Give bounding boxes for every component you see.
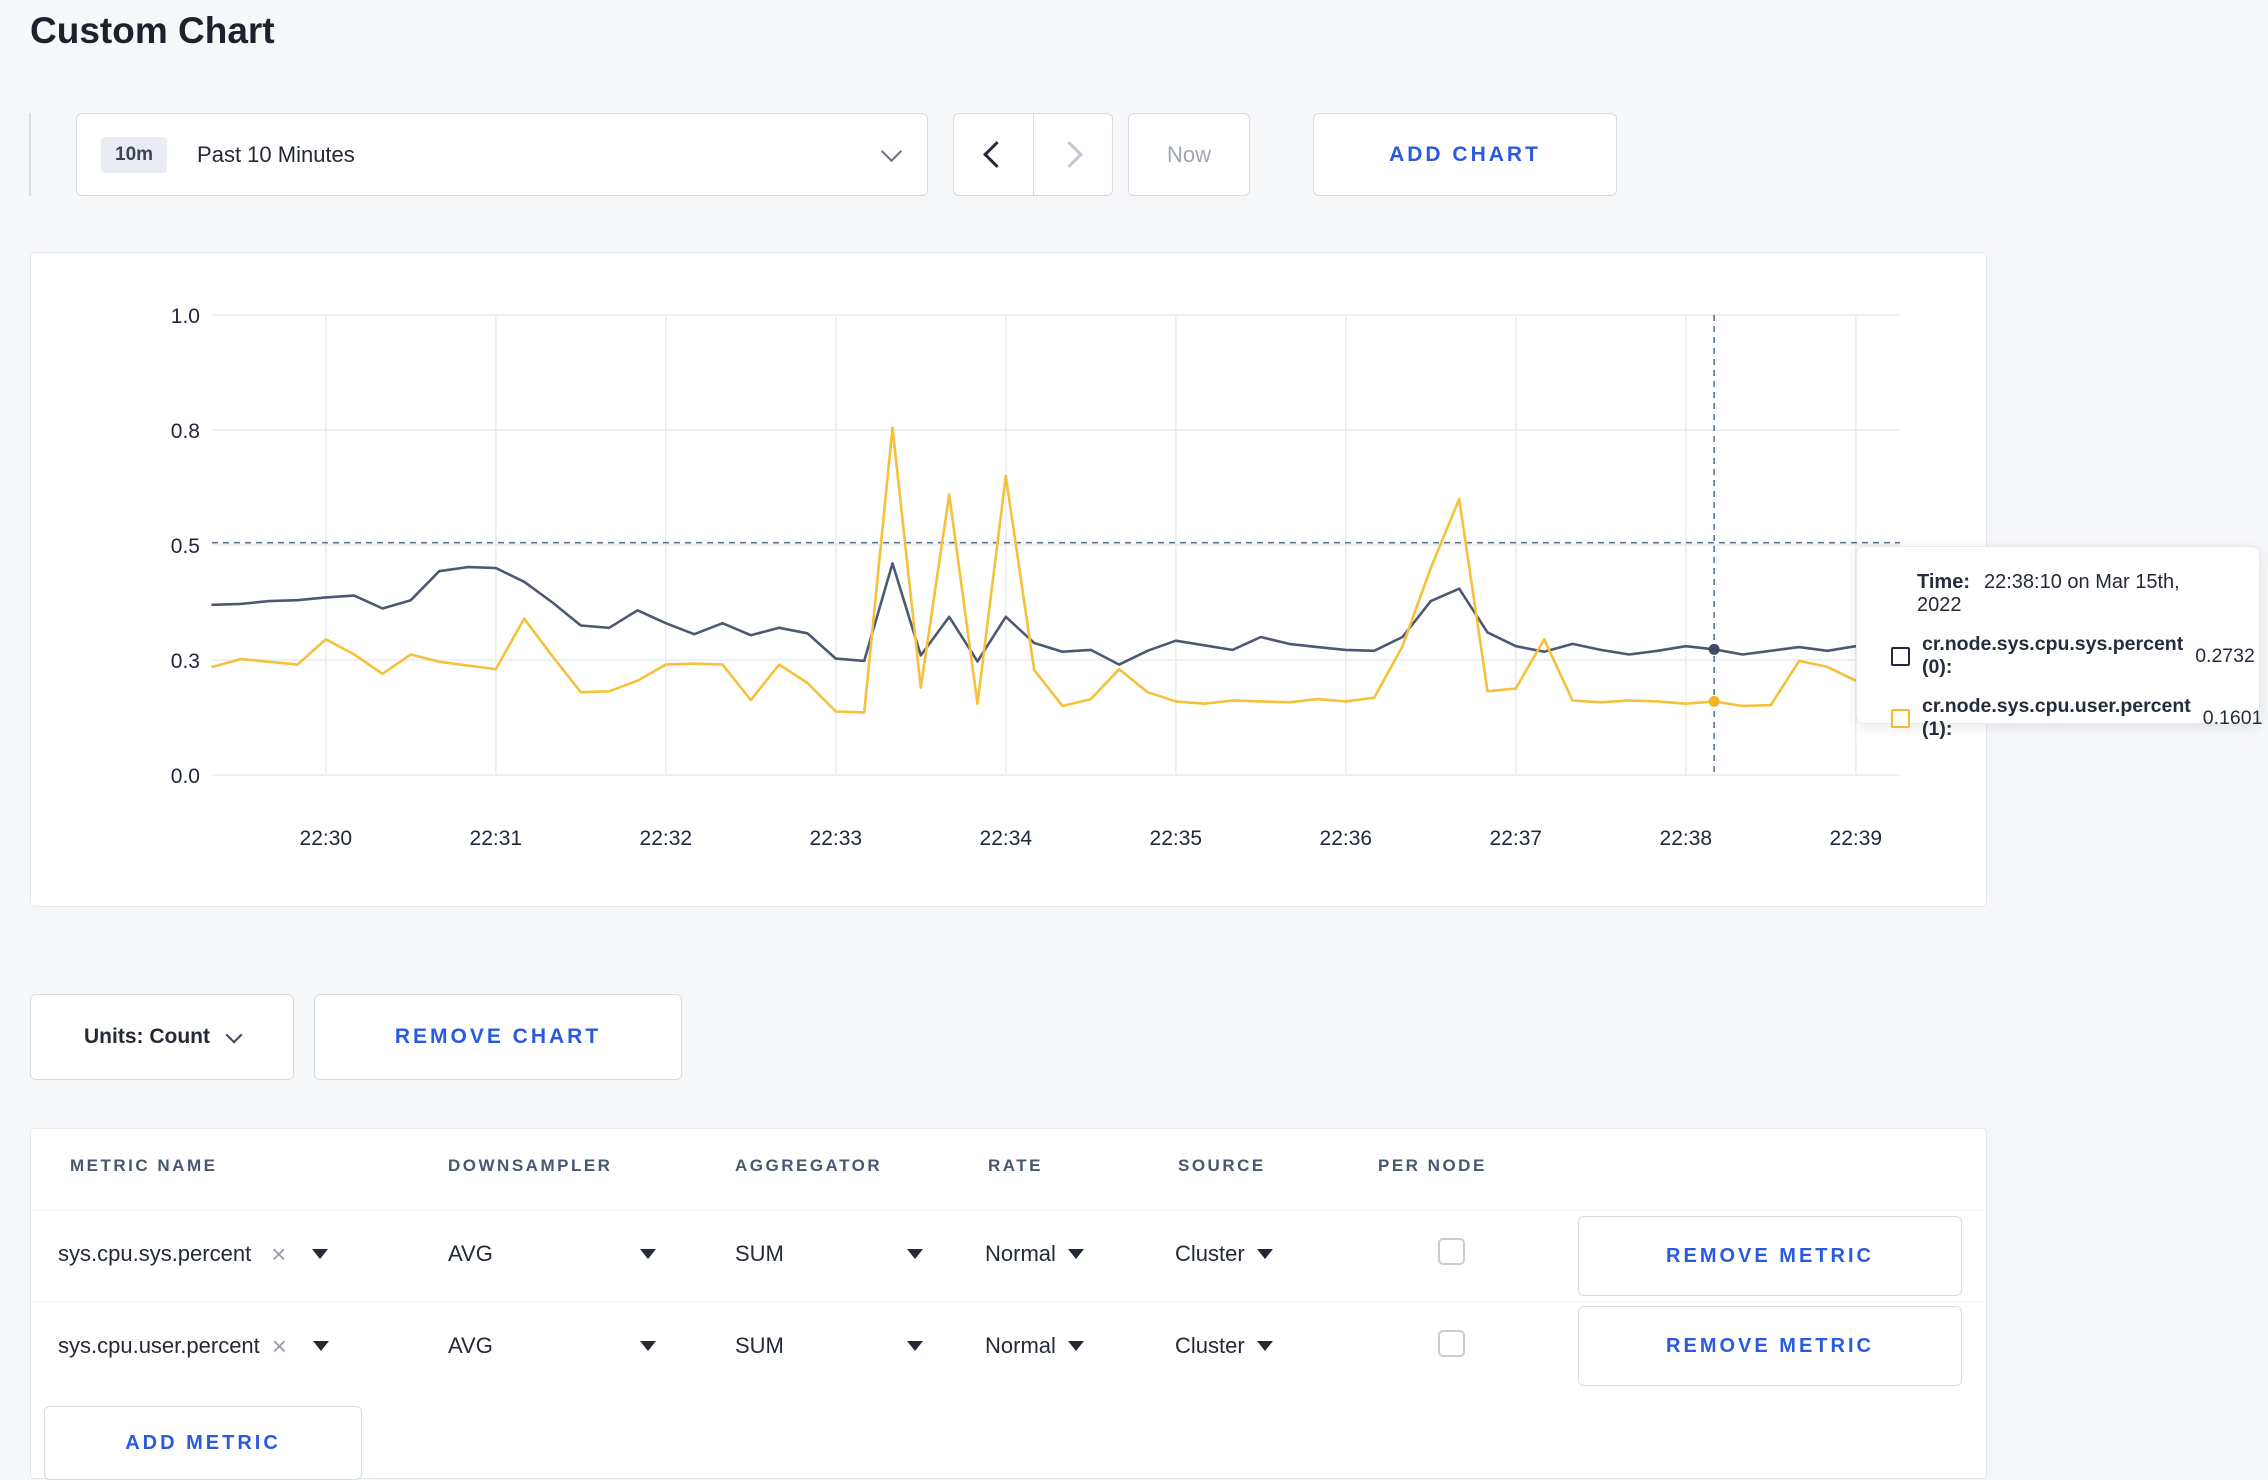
x-axis-tick-label: 22:34 (980, 827, 1033, 850)
y-axis-tick-label: 0.5 (171, 535, 200, 558)
rate-value: Normal (985, 1241, 1056, 1266)
dropdown-arrow-icon (1067, 1249, 1084, 1259)
y-axis-tick-label: 0.8 (171, 420, 200, 443)
clear-metric-icon[interactable]: × (272, 1333, 287, 1359)
rate-value: Normal (985, 1333, 1056, 1358)
add-metric-button[interactable]: ADD METRIC (44, 1406, 362, 1480)
dropdown-arrow-icon (640, 1341, 656, 1351)
aggregator-value: SUM (735, 1333, 784, 1358)
chart-hover-tooltip: Time: 22:38:10 on Mar 15th, 2022 cr.node.… (1856, 546, 2262, 740)
x-axis-tick-label: 22:31 (470, 827, 523, 850)
col-header-rate: RATE (988, 1156, 1044, 1175)
aggregator-value: SUM (735, 1241, 784, 1266)
downsampler-select[interactable]: AVG (448, 1333, 656, 1359)
remove-chart-button[interactable]: REMOVE CHART (314, 994, 682, 1080)
metric-name-value: sys.cpu.sys.percent (58, 1241, 252, 1266)
prev-range-button[interactable] (954, 114, 1034, 195)
per-node-checkbox[interactable] (1438, 1238, 1465, 1265)
tooltip-series-value: 0.1601 (2202, 706, 2263, 729)
rate-select[interactable]: Normal (985, 1333, 1084, 1359)
aggregator-select[interactable]: SUM (735, 1333, 923, 1359)
y-axis-tick-label: 0.0 (171, 765, 200, 788)
hover-point-dot (1708, 643, 1720, 655)
next-range-button[interactable] (1034, 114, 1113, 195)
table-row-separator (31, 1301, 1984, 1302)
x-axis-tick-label: 22:39 (1830, 827, 1883, 850)
chevron-down-icon (880, 140, 903, 163)
remove-metric-label: REMOVE METRIC (1666, 1244, 1874, 1267)
remove-metric-label: REMOVE METRIC (1666, 1334, 1874, 1357)
series-line (211, 426, 1886, 714)
dropdown-arrow-icon (1256, 1341, 1273, 1351)
col-header-per-node: PER NODE (1378, 1156, 1487, 1175)
tooltip-time: Time: 22:38:10 on Mar 15th, 2022 (1917, 571, 2229, 617)
dropdown-arrow-icon (640, 1249, 656, 1259)
tooltip-series-name: cr.node.sys.cpu.sys.percent (0): (1922, 633, 2184, 678)
now-button[interactable]: Now (1128, 113, 1250, 196)
source-select[interactable]: Cluster (1175, 1333, 1273, 1359)
source-value: Cluster (1175, 1333, 1245, 1358)
table-row-separator (31, 1210, 1984, 1211)
y-axis-tick-label: 0.3 (171, 650, 200, 673)
time-range-label: Past 10 Minutes (197, 141, 355, 167)
downsampler-select[interactable]: AVG (448, 1241, 656, 1267)
downsampler-value: AVG (448, 1333, 493, 1358)
time-range-nav (953, 113, 1113, 196)
dropdown-arrow-icon (907, 1341, 923, 1351)
chevron-right-icon (1056, 141, 1084, 168)
hover-point-dot (1708, 695, 1720, 707)
metric-name-select[interactable]: sys.cpu.user.percent × (58, 1333, 329, 1359)
remove-metric-button[interactable]: REMOVE METRIC (1578, 1306, 1962, 1386)
cpu-usage-chart[interactable]: 0.0 0.3 0.5 0.8 1.0 22:30 22:31 22:32 22:33 22:34… (30, 252, 1985, 905)
per-node-checkbox[interactable] (1438, 1330, 1465, 1357)
source-value: Cluster (1175, 1241, 1245, 1266)
dropdown-arrow-icon (1067, 1341, 1084, 1351)
toolbar-left-divider (29, 113, 31, 196)
source-select[interactable]: Cluster (1175, 1241, 1273, 1267)
x-axis-tick-label: 22:37 (1490, 827, 1543, 850)
y-axis-tick-label: 1.0 (171, 305, 200, 328)
metric-name-select[interactable]: sys.cpu.sys.percent × (58, 1241, 329, 1267)
series-line (211, 562, 1886, 666)
tooltip-series-name: cr.node.sys.cpu.user.percent (1): (1922, 695, 2191, 740)
chevron-down-icon (225, 1026, 243, 1043)
clear-metric-icon[interactable]: × (271, 1241, 286, 1267)
downsampler-value: AVG (448, 1241, 493, 1266)
units-select[interactable]: Units: Count (30, 994, 294, 1080)
x-axis-tick-label: 22:38 (1660, 827, 1713, 850)
tooltip-time-label: Time: (1917, 571, 1970, 593)
x-axis-tick-label: 22:36 (1320, 827, 1373, 850)
time-range-badge: 10m (101, 136, 168, 173)
add-chart-button[interactable]: ADD CHART (1313, 113, 1617, 196)
dropdown-arrow-icon (1256, 1249, 1273, 1259)
col-header-source: SOURCE (1178, 1156, 1266, 1175)
x-axis-tick-label: 22:32 (640, 827, 693, 850)
chevron-left-icon (982, 141, 1010, 168)
series-sys-legend-icon (1891, 646, 1910, 666)
dropdown-arrow-icon (907, 1249, 923, 1259)
col-header-aggregator: AGGREGATOR (735, 1156, 883, 1175)
col-header-downsampler: DOWNSAMPLER (448, 1156, 613, 1175)
x-axis-tick-label: 22:35 (1150, 827, 1203, 850)
dropdown-arrow-icon (312, 1249, 329, 1259)
metric-name-value: sys.cpu.user.percent (58, 1333, 260, 1358)
units-select-label: Units: Count (84, 1025, 210, 1048)
custom-chart-page: { "page": { "title": "Custom Chart" }, "… (0, 0, 2268, 1480)
col-header-metric-name: METRIC NAME (70, 1156, 218, 1175)
tooltip-series-row: cr.node.sys.cpu.sys.percent (0): 0.2732 (1891, 633, 2255, 679)
tooltip-series-value: 0.2732 (2195, 644, 2255, 667)
aggregator-select[interactable]: SUM (735, 1241, 923, 1267)
series-user-legend-icon (1891, 708, 1910, 728)
time-range-selector[interactable]: 10m Past 10 Minutes (76, 113, 928, 196)
dropdown-arrow-icon (312, 1341, 329, 1351)
x-axis-tick-label: 22:33 (810, 827, 863, 850)
x-axis-tick-label: 22:30 (300, 827, 353, 850)
page-title: Custom Chart (30, 10, 275, 51)
remove-metric-button[interactable]: REMOVE METRIC (1578, 1216, 1962, 1296)
tooltip-series-row: cr.node.sys.cpu.user.percent (1): 0.1601 (1891, 695, 2262, 741)
rate-select[interactable]: Normal (985, 1241, 1084, 1267)
